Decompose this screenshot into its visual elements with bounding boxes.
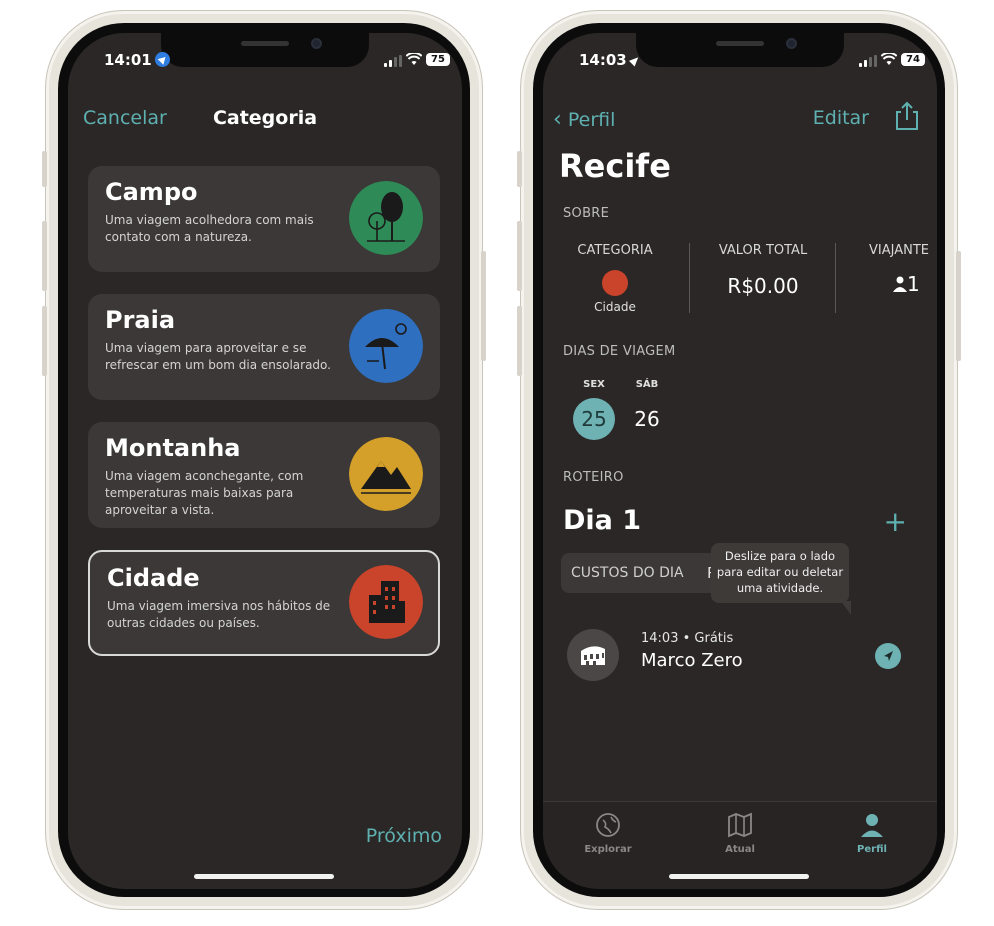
- tab-label: Explorar: [584, 844, 632, 855]
- chevron-left-icon: ‹: [553, 107, 562, 132]
- buildings-icon: [349, 565, 423, 639]
- back-button[interactable]: ‹ Perfil: [553, 107, 615, 132]
- category-color-dot: [602, 270, 628, 296]
- right-screen: 14:03 74 ‹ Perfil Editar Recife SOBRE CA…: [543, 33, 937, 889]
- status-time: 14:03: [579, 51, 641, 69]
- section-itinerary: ROTEIRO: [563, 470, 624, 485]
- silent-switch: [42, 151, 47, 187]
- travelers-value-wrap: 1: [893, 272, 937, 296]
- category-card-praia[interactable]: Praia Uma viagem para aproveitar e se re…: [88, 294, 440, 400]
- category-description: Uma viagem acolhedora com mais contato c…: [105, 213, 314, 244]
- location-arrow-icon: [628, 54, 641, 67]
- silent-switch: [517, 151, 522, 187]
- left-phone: 14:01 75 Cancelar Categoria Campo Uma vi…: [42, 10, 486, 910]
- map-icon: [728, 812, 752, 838]
- battery-icon: 75: [426, 53, 450, 66]
- location-icon: [154, 52, 170, 67]
- divider: [689, 243, 690, 313]
- category-title: Campo: [105, 178, 198, 206]
- tab-label: Perfil: [857, 844, 887, 855]
- volume-down-button: [42, 306, 47, 376]
- status-bar: 14:03 74: [543, 51, 937, 71]
- nav-bar: Cancelar Categoria: [68, 107, 462, 137]
- day-costs: CUSTOS DO DIA R: [561, 553, 731, 593]
- beach-umbrella-icon: [349, 309, 423, 383]
- tab-label: Atual: [725, 844, 755, 855]
- tab-perfil[interactable]: Perfil: [827, 812, 917, 855]
- wifi-icon: [406, 53, 422, 65]
- signal-icon: [384, 55, 402, 67]
- volume-down-button: [517, 306, 522, 376]
- total-value: R$0.00: [727, 274, 799, 298]
- person-icon: [861, 814, 883, 837]
- back-label: Perfil: [567, 109, 616, 131]
- battery-icon: 74: [901, 53, 925, 66]
- right-phone: 14:03 74 ‹ Perfil Editar Recife SOBRE CA…: [517, 10, 961, 910]
- location-arrow-icon: [884, 651, 893, 661]
- tab-explorar[interactable]: Explorar: [563, 812, 653, 855]
- costs-label: CUSTOS DO DIA: [571, 565, 684, 581]
- nav-bar: ‹ Perfil Editar: [543, 101, 937, 141]
- power-button: [481, 251, 486, 361]
- add-activity-button[interactable]: +: [884, 508, 907, 536]
- home-indicator[interactable]: [194, 874, 334, 879]
- mountain-icon: [349, 437, 423, 511]
- swipe-tooltip: Deslize para o lado para editar ou delet…: [711, 543, 851, 615]
- navigate-button[interactable]: [875, 643, 901, 669]
- tab-atual[interactable]: Atual: [695, 812, 785, 855]
- volume-up-button: [517, 221, 522, 291]
- category-title: Cidade: [107, 564, 200, 592]
- volume-up-button: [42, 221, 47, 291]
- day-of-week: SÁB: [635, 379, 659, 390]
- day-item[interactable]: SÁB 26: [626, 379, 668, 440]
- stat-category: CATEGORIA Cidade: [563, 243, 667, 314]
- day-item[interactable]: SEX 25: [573, 379, 615, 440]
- category-title: Montanha: [105, 434, 241, 462]
- section-about: SOBRE: [563, 206, 610, 221]
- travelers-value: 1: [907, 272, 920, 296]
- signal-icon: [859, 55, 877, 67]
- trees-icon: [349, 181, 423, 255]
- category-description: Uma viagem aconchegante, com temperatura…: [105, 469, 304, 517]
- day-title: Dia 1: [563, 505, 642, 536]
- category-card-cidade[interactable]: Cidade Uma viagem imersiva nos hábitos d…: [88, 550, 440, 656]
- category-card-campo[interactable]: Campo Uma viagem acolhedora com mais con…: [88, 166, 440, 272]
- status-bar: 14:01 75: [68, 51, 462, 71]
- person-icon: [893, 276, 907, 292]
- activity-name[interactable]: Marco Zero: [641, 650, 743, 671]
- stat-label: VIAJANTE: [869, 243, 929, 258]
- day-of-week: SEX: [583, 379, 605, 390]
- day-number: 25: [573, 398, 615, 440]
- trip-title: Recife: [559, 147, 671, 185]
- globe-icon: [596, 813, 620, 837]
- activity-meta: 14:03 • Grátis: [641, 631, 734, 646]
- category-title: Praia: [105, 306, 176, 334]
- category-card-montanha[interactable]: Montanha Uma viagem aconchegante, com te…: [88, 422, 440, 528]
- category-description: Uma viagem para aproveitar e se refresca…: [105, 341, 331, 372]
- status-time: 14:01: [104, 51, 170, 69]
- wifi-icon: [881, 53, 897, 65]
- edit-button[interactable]: Editar: [813, 107, 869, 129]
- category-description: Uma viagem imersiva nos hábitos de outra…: [107, 599, 331, 630]
- colosseum-icon: [567, 629, 619, 681]
- stat-label: VALOR TOTAL: [718, 243, 808, 258]
- power-button: [956, 251, 961, 361]
- divider: [835, 243, 836, 313]
- stat-total: VALOR TOTAL R$0.00: [703, 243, 823, 298]
- day-number: 26: [634, 407, 660, 431]
- category-value: Cidade: [594, 300, 636, 314]
- section-days: DIAS DE VIAGEM: [563, 344, 676, 359]
- page-title: Categoria: [212, 107, 318, 129]
- share-icon[interactable]: [895, 101, 919, 131]
- next-button[interactable]: Próximo: [366, 825, 442, 847]
- left-screen: 14:01 75 Cancelar Categoria Campo Uma vi…: [68, 33, 462, 889]
- stat-label: CATEGORIA: [577, 243, 653, 258]
- home-indicator[interactable]: [669, 874, 809, 879]
- stat-travelers: VIAJANTE 1: [869, 243, 937, 296]
